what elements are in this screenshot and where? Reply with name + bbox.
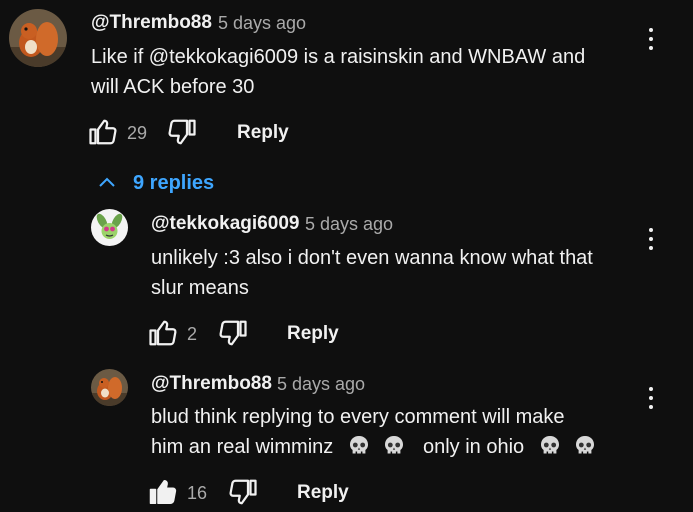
thumbs-down-icon: [229, 479, 257, 505]
comment-text: Like if @tekkokagi6009 is a raisinskin a…: [91, 42, 631, 102]
reply-button[interactable]: Reply: [237, 122, 289, 144]
replies-toggle-button[interactable]: 9 replies: [95, 168, 214, 198]
skull-emoji-icon: [576, 436, 595, 454]
like-count: 2: [187, 324, 198, 344]
comment-text-segment: only in ohio: [422, 436, 525, 458]
comment-timestamp[interactable]: 5 days ago: [218, 13, 306, 34]
comment-timestamp[interactable]: 5 days ago: [305, 214, 393, 235]
dislike-button[interactable]: [167, 117, 197, 152]
avatar[interactable]: [91, 369, 128, 406]
comment-author[interactable]: @tekkokagi6009: [151, 213, 299, 235]
comment-text: blud think replying to every comment wil…: [151, 402, 631, 462]
reply-button[interactable]: Reply: [287, 323, 339, 345]
comment-text-line: Like if @tekkokagi6009 is a raisinskin a…: [91, 46, 586, 68]
skull-emoji-icon: [349, 436, 368, 454]
skull-emoji-icon: [540, 436, 559, 454]
like-button[interactable]: [148, 318, 178, 353]
comment-text-line: unlikely :3 also i don't even wanna know…: [151, 247, 593, 269]
thumbs-down-icon: [168, 119, 196, 145]
comment-text-line: him an real wimminz only in ohio: [151, 432, 631, 462]
chevron-up-icon: [99, 177, 115, 187]
comment-text-segment: him an real wimminz: [151, 436, 334, 458]
comment-text-line: slur means: [151, 277, 249, 299]
thumbs-up-icon: [89, 119, 117, 145]
like-count: 16: [187, 483, 208, 503]
squirrel-avatar-icon: [91, 369, 128, 406]
comment-author[interactable]: @Thrembo88: [151, 373, 272, 395]
more-options-icon[interactable]: [641, 25, 661, 55]
more-options-icon[interactable]: [641, 384, 661, 414]
reply-button[interactable]: Reply: [297, 482, 349, 504]
comment-text-line: blud think replying to every comment wil…: [151, 406, 565, 428]
comment-text-line: will ACK before 30: [91, 76, 255, 98]
avatar[interactable]: [9, 9, 67, 67]
like-count: 29: [127, 123, 148, 143]
comment-author[interactable]: @Thrembo88: [91, 12, 212, 34]
thumbs-up-icon: [149, 320, 177, 346]
thumbs-up-filled-icon: [149, 480, 177, 504]
more-options-icon[interactable]: [641, 225, 661, 255]
avatar[interactable]: [91, 209, 128, 246]
comment-text: unlikely :3 also i don't even wanna know…: [151, 243, 631, 303]
skull-emoji-icon: [385, 436, 404, 454]
replies-count-label: 9 replies: [133, 171, 215, 194]
cartoon-creature-avatar-icon: [91, 209, 128, 246]
comment-timestamp[interactable]: 5 days ago: [277, 374, 365, 395]
squirrel-avatar-icon: [9, 9, 67, 67]
like-button[interactable]: [88, 117, 118, 152]
thumbs-down-icon: [219, 320, 247, 346]
dislike-button[interactable]: [218, 318, 248, 353]
